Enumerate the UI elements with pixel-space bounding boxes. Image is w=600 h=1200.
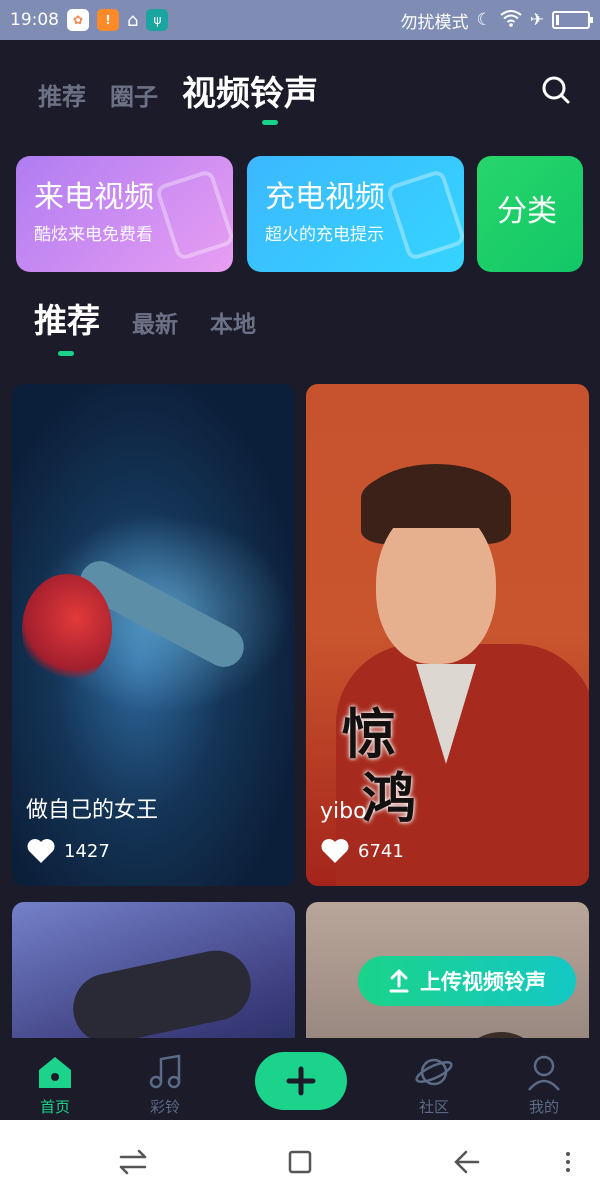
video-thumbnail: [66, 944, 258, 1038]
warning-icon: !: [97, 9, 119, 31]
top-tab-indicator: [262, 120, 278, 125]
phone-decoration-icon: [154, 168, 233, 262]
sub-tabs: 推荐 最新 本地: [34, 294, 288, 342]
nav-label: 彩铃: [149, 1098, 180, 1116]
search-icon[interactable]: [540, 74, 572, 106]
dnd-label: 勿扰模式: [400, 12, 469, 33]
home-icon: [39, 1057, 71, 1088]
wifi-icon: [500, 9, 522, 32]
clock: 19:08: [10, 10, 59, 30]
switch-apps-icon[interactable]: [115, 1144, 151, 1180]
home-square-icon[interactable]: [282, 1144, 318, 1180]
nav-label: 社区: [418, 1098, 449, 1116]
nav-label: 首页: [39, 1098, 70, 1116]
video-title: 做自己的女王: [26, 798, 159, 823]
battery-icon: [552, 11, 593, 29]
battery-decoration-icon: [385, 168, 464, 262]
like-count[interactable]: 1427: [26, 838, 110, 864]
calligraphy-char-2: 鸿: [362, 766, 416, 830]
like-count-text: 1427: [64, 840, 110, 862]
video-title: yibo: [320, 799, 367, 824]
airplane-icon: ✈: [529, 10, 544, 30]
like-count[interactable]: 6741: [320, 838, 404, 864]
heart-icon: [321, 839, 349, 863]
subtab-recommend[interactable]: 推荐: [34, 294, 100, 342]
system-nav-bar: [0, 1120, 600, 1200]
video-thumbnail: [456, 1032, 546, 1038]
thumbnail-face: [376, 504, 496, 664]
category-cards: 来电视频 酷炫来电免费看 充电视频 超火的充电提示 分类: [16, 156, 600, 274]
back-icon[interactable]: [448, 1144, 484, 1180]
top-tabs: 推荐 圈子 视频铃声: [38, 66, 342, 115]
subtab-local[interactable]: 本地: [210, 305, 256, 339]
nav-mine[interactable]: 我的: [504, 1052, 584, 1117]
nav-ringtone[interactable]: 彩铃: [125, 1052, 205, 1117]
like-count-text: 6741: [358, 840, 404, 862]
status-bar: 19:08 ✿ ! ⌂ ψ 勿扰模式 ☾ ✈: [0, 0, 600, 40]
usb-icon: ψ: [146, 9, 169, 31]
video-card[interactable]: 惊 鸿 yibo 6741: [306, 384, 589, 886]
menu-dots-icon[interactable]: [550, 1144, 586, 1180]
moon-icon: ☾: [476, 10, 492, 30]
video-card[interactable]: [12, 902, 295, 1038]
nav-home[interactable]: 首页: [15, 1052, 95, 1117]
upload-video-ringtone-button[interactable]: 上传视频铃声: [358, 956, 576, 1006]
tab-circle[interactable]: 圈子: [110, 77, 158, 112]
music-note-icon: [149, 1054, 181, 1089]
add-button[interactable]: [255, 1052, 347, 1110]
upload-label: 上传视频铃声: [420, 970, 546, 994]
tab-recommend[interactable]: 推荐: [38, 77, 86, 112]
planet-icon: [415, 1058, 453, 1086]
video-grid: 做自己的女王 1427 惊 鸿 yibo 6741: [12, 384, 590, 1038]
bottom-nav: 首页 彩铃 社区 我的: [0, 1040, 600, 1120]
video-card[interactable]: 做自己的女王 1427: [12, 384, 295, 886]
app-icon: ✿: [67, 9, 89, 31]
calligraphy-char-1: 惊: [342, 702, 396, 766]
category-card[interactable]: 分类: [477, 156, 583, 272]
thumbnail-hair-top: [361, 468, 511, 528]
card-title: 分类: [497, 194, 557, 229]
nav-community[interactable]: 社区: [394, 1052, 474, 1117]
nav-label: 我的: [528, 1098, 559, 1116]
thumbnail-hair: [22, 574, 112, 684]
incoming-call-video-card[interactable]: 来电视频 酷炫来电免费看: [16, 156, 233, 272]
cleaner-icon: ⌂: [127, 9, 139, 31]
upload-icon: [389, 969, 409, 993]
user-icon: [528, 1055, 560, 1091]
plus-icon: [286, 1066, 316, 1096]
tab-video-ringtone[interactable]: 视频铃声: [182, 66, 318, 115]
heart-icon: [27, 839, 55, 863]
charging-video-card[interactable]: 充电视频 超火的充电提示: [247, 156, 464, 272]
sub-tab-indicator: [58, 351, 74, 356]
subtab-latest[interactable]: 最新: [132, 305, 178, 339]
